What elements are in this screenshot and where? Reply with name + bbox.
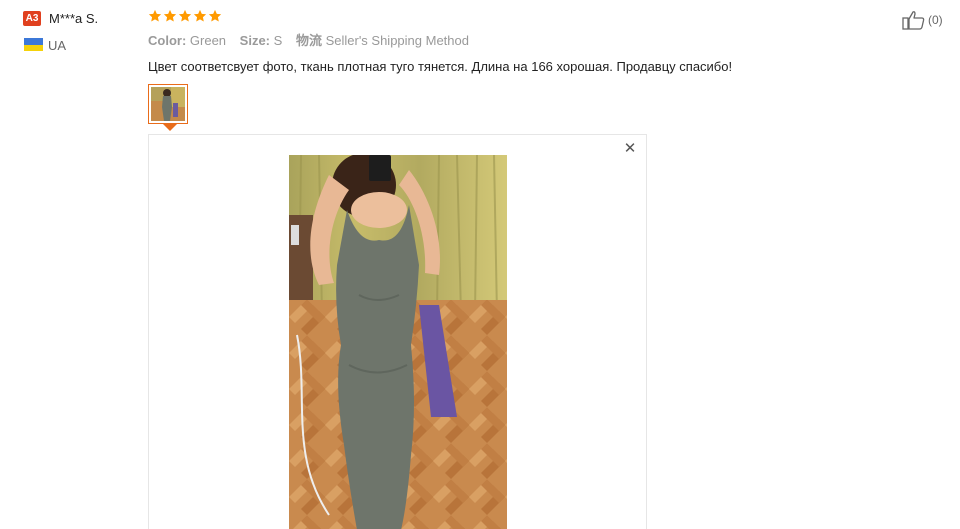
order-attributes: Color: Green Size: S 物流 Seller's Shippin… <box>148 32 469 49</box>
buyer-level-badge: A3 <box>23 11 41 26</box>
review-photo-thumbnail[interactable] <box>148 84 188 124</box>
helpful-button[interactable]: (0) <box>902 10 943 30</box>
star-icon <box>193 9 207 22</box>
thumbs-up-icon <box>902 11 925 30</box>
reviewer-country: UA <box>48 38 67 53</box>
reviewer-name: M***a S. <box>49 11 99 26</box>
close-icon[interactable]: ✕ <box>622 140 638 156</box>
ukraine-flag-icon <box>24 38 43 51</box>
review-photo-thumbnail-image <box>151 87 185 121</box>
shipping-label: 物流 <box>295 33 322 48</box>
color-label: Color: <box>148 33 187 48</box>
review-text: Цвет соответсвует фото, ткань плотная ту… <box>148 59 733 74</box>
star-icon <box>163 9 177 22</box>
star-rating <box>148 9 222 23</box>
shipping-value: Seller's Shipping Method <box>325 33 469 48</box>
review-item: A3 M***a S. UA Color: Green Size: S 物流 S… <box>0 0 960 529</box>
size-value: S <box>273 33 283 48</box>
review-photo <box>289 155 507 529</box>
color-value: Green <box>189 33 227 48</box>
review-photo-image <box>289 155 507 529</box>
size-label: Size: <box>239 33 271 48</box>
star-icon <box>148 9 162 22</box>
photo-preview-panel: ✕ <box>148 134 647 529</box>
helpful-count: (0) <box>928 13 943 27</box>
thumbnail-selected-indicator <box>163 124 177 131</box>
star-icon <box>178 9 192 22</box>
star-icon <box>208 9 222 22</box>
